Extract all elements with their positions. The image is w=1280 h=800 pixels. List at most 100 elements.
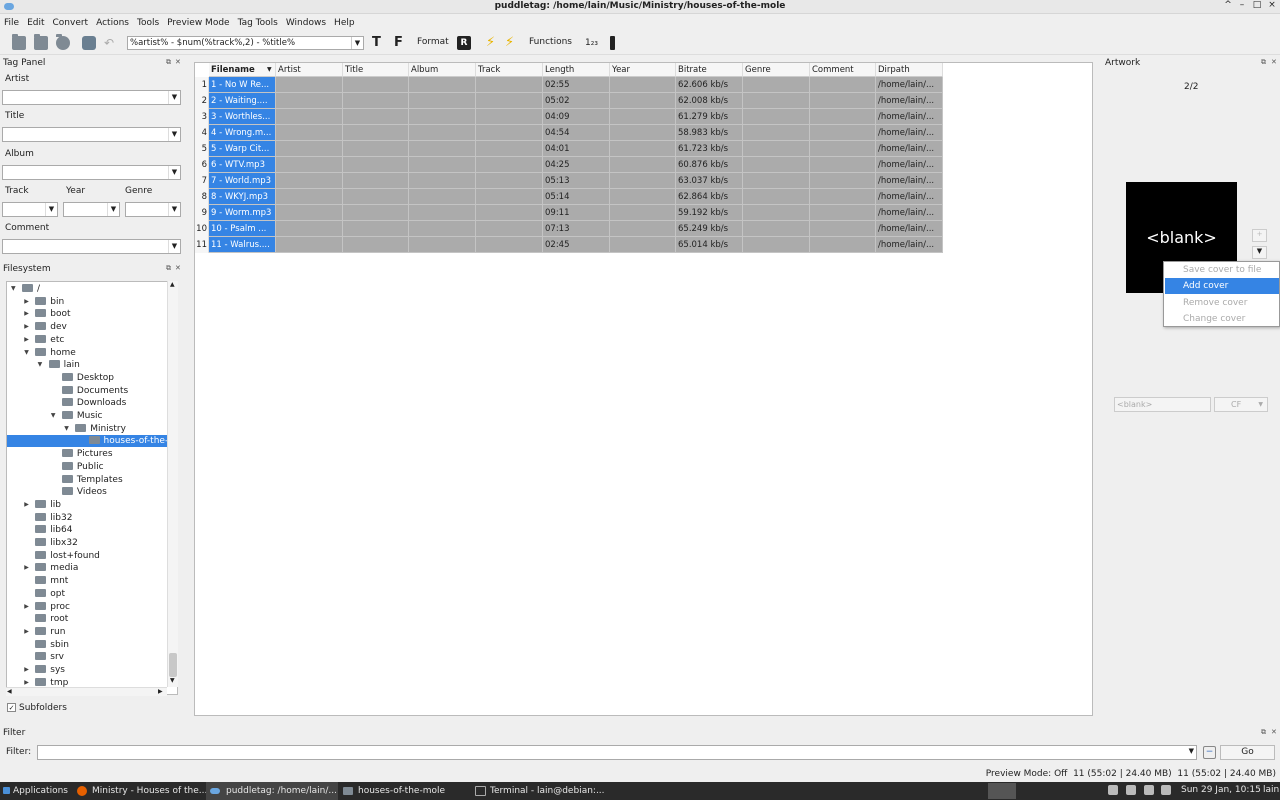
volume-icon[interactable] [1126, 785, 1136, 795]
workspace-switcher[interactable] [988, 783, 1016, 799]
table-cell[interactable] [743, 173, 810, 189]
table-cell[interactable] [476, 109, 543, 125]
table-cell[interactable] [810, 125, 876, 141]
format-button[interactable]: Format [417, 37, 449, 47]
table-cell[interactable] [810, 173, 876, 189]
tree-node[interactable]: ▶ lib [24, 499, 61, 511]
table-cell[interactable] [343, 205, 409, 221]
expanded-arrow-icon[interactable]: ▼ [51, 410, 56, 422]
filename-cell[interactable]: 10 - Psalm ... [209, 221, 276, 237]
table-cell[interactable] [743, 237, 810, 253]
column-header-dirpath[interactable]: Dirpath [876, 63, 943, 77]
tree-node[interactable]: Public [61, 461, 104, 473]
collapsed-arrow-icon[interactable]: ▶ [24, 296, 29, 308]
table-cell[interactable]: /home/lain/... [876, 157, 943, 173]
table-cell[interactable] [476, 141, 543, 157]
chevron-down-icon[interactable]: ▼ [168, 203, 180, 216]
window-minimize-button[interactable]: – [1235, 0, 1249, 10]
filename-cell[interactable]: 1 - No W Re... [209, 77, 276, 93]
table-cell[interactable] [476, 173, 543, 189]
table-cell[interactable]: 65.014 kb/s [676, 237, 743, 253]
filename-cell[interactable]: 6 - WTV.mp3 [209, 157, 276, 173]
tree-node[interactable]: root [35, 613, 68, 625]
collapsed-arrow-icon[interactable]: ▶ [24, 664, 29, 676]
chevron-down-icon[interactable]: ▼ [168, 91, 180, 104]
table-cell[interactable] [276, 125, 343, 141]
table-cell[interactable] [810, 141, 876, 157]
column-header-length[interactable]: Length [543, 63, 610, 77]
column-header-year[interactable]: Year [610, 63, 676, 77]
tree-node[interactable]: ▶ boot [24, 308, 71, 320]
chevron-down-icon[interactable]: ▼ [168, 128, 180, 141]
filesystem-close-icon[interactable]: ✕ [175, 264, 181, 272]
tree-node[interactable]: ▶ etc [24, 334, 64, 346]
chevron-down-icon[interactable]: ▼ [1189, 747, 1194, 755]
row-number[interactable]: 6 [195, 157, 209, 173]
next-cover-icon[interactable]: + [1252, 229, 1267, 242]
table-cell[interactable] [743, 157, 810, 173]
table-cell[interactable] [743, 93, 810, 109]
scroll-up-icon[interactable]: ▲ [170, 281, 175, 288]
window-maximize-button[interactable]: □ [1250, 0, 1264, 10]
table-cell[interactable] [810, 157, 876, 173]
table-cell[interactable]: /home/lain/... [876, 109, 943, 125]
table-cell[interactable] [743, 77, 810, 93]
table-cell[interactable] [276, 109, 343, 125]
clear-filter-icon[interactable]: − [1203, 746, 1216, 759]
filter-go-button[interactable]: Go [1220, 745, 1275, 760]
table-cell[interactable] [276, 189, 343, 205]
table-cell[interactable]: /home/lain/... [876, 189, 943, 205]
table-cell[interactable]: 05:14 [543, 189, 610, 205]
tree-node[interactable]: Downloads [61, 397, 126, 409]
scroll-right-icon[interactable]: ▶ [158, 688, 163, 695]
table-cell[interactable] [343, 221, 409, 237]
rename-dirs-icon[interactable]: R [457, 36, 471, 50]
table-cell[interactable] [743, 221, 810, 237]
table-cell[interactable] [743, 125, 810, 141]
row-number[interactable]: 5 [195, 141, 209, 157]
tree-node[interactable]: ▼ / [11, 283, 40, 295]
filename-cell[interactable]: 9 - Worm.mp3 [209, 205, 276, 221]
table-cell[interactable] [476, 237, 543, 253]
table-cell[interactable] [610, 205, 676, 221]
table-cell[interactable]: 60.876 kb/s [676, 157, 743, 173]
table-cell[interactable] [409, 109, 476, 125]
tree-node[interactable]: ▶ proc [24, 601, 70, 613]
menu-actions[interactable]: Actions [92, 15, 133, 30]
table-cell[interactable] [409, 221, 476, 237]
table-cell[interactable] [476, 93, 543, 109]
network-icon[interactable] [1108, 785, 1118, 795]
functions-button[interactable]: Functions [529, 37, 572, 47]
table-cell[interactable] [343, 109, 409, 125]
table-cell[interactable] [810, 93, 876, 109]
expanded-arrow-icon[interactable]: ▼ [24, 347, 29, 359]
genre-field[interactable]: ▼ [125, 202, 181, 217]
table-cell[interactable] [409, 205, 476, 221]
tree-node[interactable]: libx32 [35, 537, 78, 549]
row-number[interactable]: 8 [195, 189, 209, 205]
track-field[interactable]: ▼ [2, 202, 58, 217]
tree-node[interactable]: Templates [61, 474, 123, 486]
column-header-genre[interactable]: Genre [743, 63, 810, 77]
expanded-arrow-icon[interactable]: ▼ [64, 423, 69, 435]
filename-to-tag-icon[interactable]: F [394, 36, 408, 50]
window-close-button[interactable]: × [1265, 0, 1279, 10]
row-number[interactable]: 11 [195, 237, 209, 253]
column-header-comment[interactable]: Comment [810, 63, 876, 77]
table-cell[interactable]: 05:02 [543, 93, 610, 109]
table-cell[interactable] [276, 77, 343, 93]
row-number[interactable]: 10 [195, 221, 209, 237]
filesystem-tree[interactable]: ▼ / ▶ bin ▶ boot ▶ dev ▶ etc ▼ home ▼ lain Desktop Docu… [6, 281, 178, 695]
menu-convert[interactable]: Convert [49, 15, 93, 30]
title-field[interactable]: ▼ [2, 127, 181, 142]
collapsed-arrow-icon[interactable]: ▶ [24, 499, 29, 511]
menu-file[interactable]: File [0, 15, 23, 30]
collapsed-arrow-icon[interactable]: ▶ [24, 334, 29, 346]
table-cell[interactable]: 62.864 kb/s [676, 189, 743, 205]
tree-node[interactable]: ▶ sys [24, 664, 65, 676]
table-cell[interactable] [476, 221, 543, 237]
tag-panel-close-icon[interactable]: ✕ [175, 58, 181, 66]
row-number[interactable]: 7 [195, 173, 209, 189]
table-cell[interactable]: /home/lain/... [876, 77, 943, 93]
table-cell[interactable]: 59.192 kb/s [676, 205, 743, 221]
